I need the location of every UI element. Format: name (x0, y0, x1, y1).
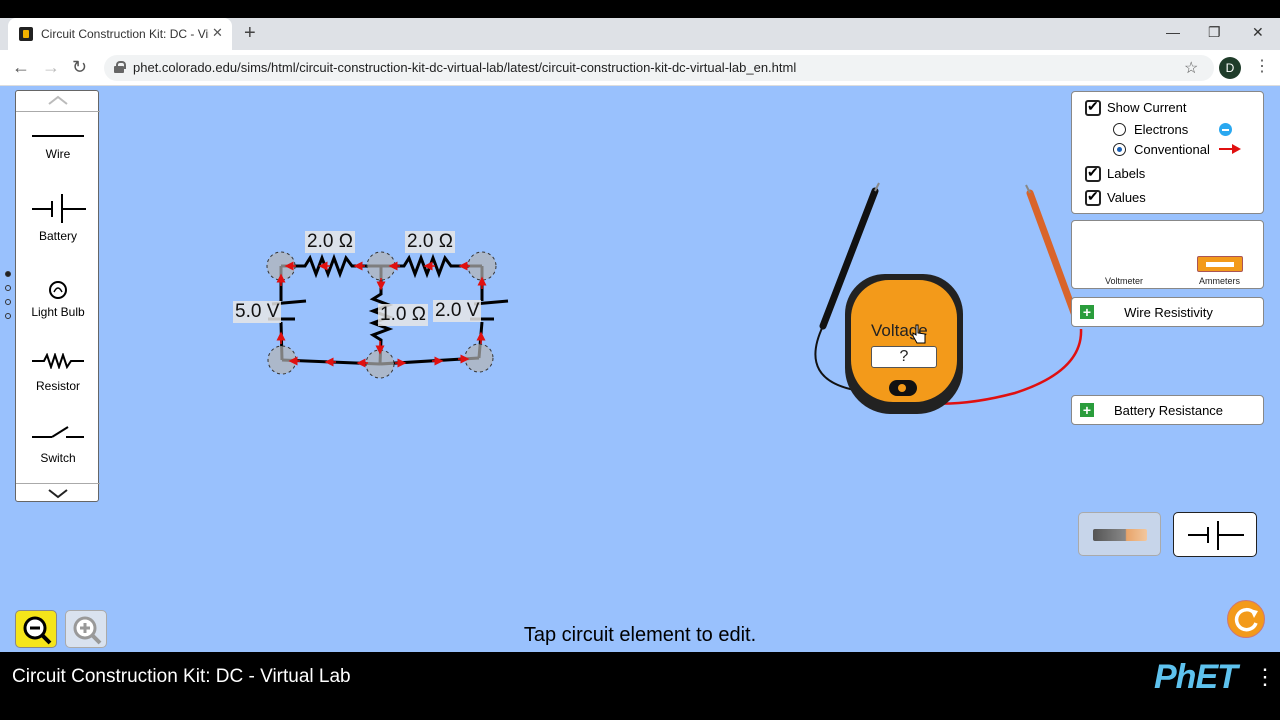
circuit-vertex (365, 349, 395, 379)
conventional-label: Conventional (1134, 142, 1210, 157)
electrons-radio[interactable] (1113, 123, 1126, 136)
toolbox-item-label: Switch (40, 451, 76, 465)
browser-menu-icon[interactable]: ⋮ (1254, 56, 1270, 76)
voltmeter-port (889, 380, 917, 396)
labels-label: Labels (1107, 166, 1146, 181)
circuit-vertex (267, 345, 297, 375)
sim-title: Circuit Construction Kit: DC - Virtual L… (12, 666, 351, 687)
tab-title: Circuit Construction Kit: DC - Virt (41, 27, 209, 41)
values-label: Values (1107, 190, 1146, 205)
reset-all-button[interactable] (1227, 600, 1265, 638)
label-battery-right: 2.0 V (433, 300, 482, 322)
label-resistor-top-right: 2.0 Ω (405, 231, 455, 253)
ammeters-tool-label: Ammeters (1199, 276, 1241, 286)
browser-tab[interactable]: Circuit Construction Kit: DC - Virt ✕ (8, 18, 232, 50)
circuit-diagram[interactable] (0, 86, 560, 406)
label-resistor-top-left: 2.0 Ω (305, 231, 355, 253)
hand-cursor-icon (912, 324, 926, 344)
labels-checkbox[interactable] (1085, 164, 1101, 182)
electron-icon (1219, 123, 1232, 136)
voltmeter-body[interactable]: Voltage ? (845, 274, 963, 414)
tab-strip: Circuit Construction Kit: DC - Virt ✕ + … (0, 18, 1280, 50)
bookmark-star-icon[interactable]: ☆ (1184, 58, 1198, 78)
realistic-battery-icon (1093, 529, 1147, 541)
conventional-arrow-icon (1219, 144, 1241, 154)
forward-arrow-icon[interactable]: → (42, 57, 60, 78)
address-bar: ← → ↻ phet.colorado.edu/sims/html/circui… (0, 50, 1280, 86)
conventional-radio[interactable] (1113, 143, 1126, 156)
status-message: Tap circuit element to edit. (523, 624, 757, 646)
circuit-vertex (467, 251, 497, 281)
sensor-toolbox: Voltmeter Ammeters (1071, 220, 1264, 289)
window-titlebar (0, 0, 1280, 18)
tab-close-icon[interactable]: ✕ (212, 25, 223, 41)
lock-icon (114, 61, 126, 73)
circuit-vertex (464, 343, 494, 373)
schematic-battery-icon (1188, 521, 1244, 550)
phet-logo[interactable]: PhET (1154, 658, 1238, 697)
battery-resistance-label: Battery Resistance (1113, 403, 1224, 418)
schematic-view-button[interactable] (1173, 512, 1257, 557)
toolbox-scroll-down-icon[interactable] (16, 487, 100, 505)
toolbox-switch[interactable]: Switch (16, 425, 100, 465)
electrons-label: Electrons (1134, 122, 1189, 137)
simulation-canvas[interactable]: Wire Battery Light Bulb Resistor Switch … (0, 86, 1280, 652)
label-resistor-middle: 1.0 Ω (378, 304, 428, 326)
values-checkbox[interactable] (1085, 188, 1101, 206)
switch-icon (32, 426, 84, 438)
lifelike-view-button[interactable] (1078, 512, 1161, 556)
new-tab-icon[interactable]: + (244, 22, 256, 45)
show-current-checkbox[interactable] (1085, 98, 1101, 116)
wire-resistivity-accordion[interactable]: + Wire Resistivity (1071, 297, 1264, 327)
reload-icon[interactable]: ↻ (72, 57, 87, 78)
voltmeter-reading: ? (871, 346, 937, 368)
show-current-label: Show Current (1107, 100, 1187, 115)
reset-icon (1234, 607, 1258, 632)
url-text: phet.colorado.edu/sims/html/circuit-cons… (133, 60, 797, 75)
navigation-bar: Circuit Construction Kit: DC - Virtual L… (0, 652, 1280, 720)
url-field[interactable]: phet.colorado.edu/sims/html/circuit-cons… (104, 55, 1214, 81)
circuit-vertex (366, 251, 396, 281)
phet-favicon-icon (19, 27, 33, 41)
minimize-icon[interactable]: — (1166, 24, 1180, 40)
voltmeter-tool-label: Voltmeter (1105, 276, 1144, 286)
phet-menu-icon[interactable]: ⋮ (1254, 664, 1276, 690)
restore-icon[interactable]: ❐ (1208, 24, 1221, 41)
back-arrow-icon[interactable]: ← (12, 57, 30, 78)
profile-avatar[interactable]: D (1219, 57, 1241, 79)
ammeter-tool-icon[interactable] (1197, 256, 1243, 272)
battery-resistance-accordion[interactable]: + Battery Resistance (1071, 395, 1264, 425)
red-probe (1026, 189, 1081, 325)
label-battery-left: 5.0 V (233, 301, 282, 323)
view-options-panel: Show Current Electrons Conventional Labe… (1071, 91, 1264, 214)
close-window-icon[interactable]: ✕ (1252, 24, 1264, 41)
wire-resistivity-label: Wire Resistivity (1124, 305, 1213, 320)
